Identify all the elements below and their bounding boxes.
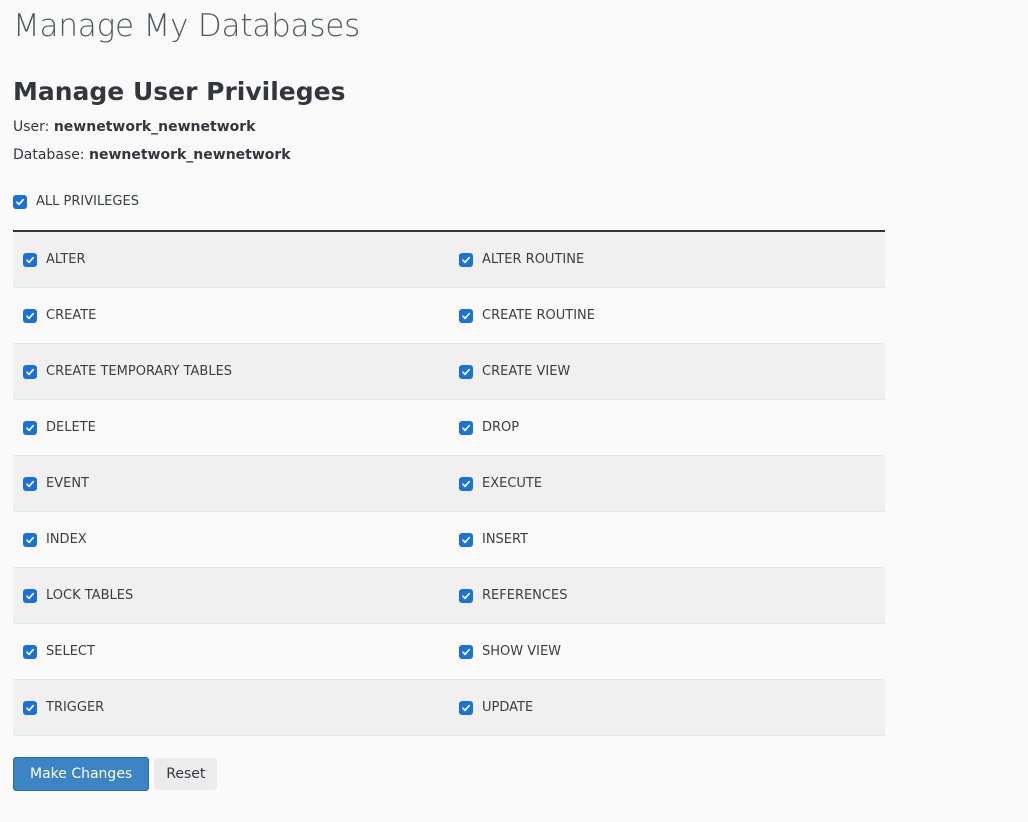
user-label: User: xyxy=(13,119,49,135)
privilege-checkbox[interactable] xyxy=(23,365,37,379)
privilege-cell: CREATE ROUTINE xyxy=(449,288,885,343)
privilege-cell: CREATE VIEW xyxy=(449,344,885,399)
all-privileges-label[interactable]: ALL PRIVILEGES xyxy=(36,194,139,209)
privilege-checkbox[interactable] xyxy=(23,477,37,491)
check-icon xyxy=(461,311,471,321)
privilege-cell: CREATE xyxy=(13,288,449,343)
check-icon xyxy=(461,255,471,265)
privilege-label[interactable]: CREATE ROUTINE xyxy=(482,308,595,323)
privilege-label[interactable]: UPDATE xyxy=(482,700,533,715)
privilege-row: TRIGGER UPDATE xyxy=(13,680,885,736)
privilege-checkbox[interactable] xyxy=(23,645,37,659)
privilege-cell: CREATE TEMPORARY TABLES xyxy=(13,344,449,399)
privilege-cell: TRIGGER xyxy=(13,680,449,735)
privilege-checkbox[interactable] xyxy=(459,645,473,659)
privilege-label[interactable]: TRIGGER xyxy=(46,700,104,715)
privilege-checkbox[interactable] xyxy=(23,589,37,603)
page-title: Manage My Databases xyxy=(13,6,1015,47)
privilege-cell: ALTER ROUTINE xyxy=(449,232,885,287)
check-icon xyxy=(461,479,471,489)
privilege-label[interactable]: ALTER ROUTINE xyxy=(482,252,584,267)
privilege-checkbox[interactable] xyxy=(459,533,473,547)
privilege-row: SELECT SHOW VIEW xyxy=(13,624,885,680)
privilege-cell: SELECT xyxy=(13,624,449,679)
privilege-checkbox[interactable] xyxy=(23,253,37,267)
check-icon xyxy=(25,423,35,433)
privilege-checkbox[interactable] xyxy=(459,309,473,323)
privilege-checkbox[interactable] xyxy=(23,701,37,715)
user-line: User: newnetwork_newnetwork xyxy=(13,119,1015,135)
check-icon xyxy=(25,535,35,545)
privilege-label[interactable]: SELECT xyxy=(46,644,95,659)
privilege-row: EVENT EXECUTE xyxy=(13,456,885,512)
privilege-label[interactable]: CREATE VIEW xyxy=(482,364,570,379)
check-icon xyxy=(25,311,35,321)
check-icon xyxy=(25,591,35,601)
privilege-label[interactable]: LOCK TABLES xyxy=(46,588,133,603)
manage-databases-page: Manage My Databases Manage User Privileg… xyxy=(0,0,1028,791)
check-icon xyxy=(461,703,471,713)
privilege-label[interactable]: DELETE xyxy=(46,420,96,435)
database-value: newnetwork_newnetwork xyxy=(89,147,291,163)
privilege-row: CREATE TEMPORARY TABLES CREATE VIEW xyxy=(13,344,885,400)
section-title: Manage User Privileges xyxy=(13,76,1015,107)
privilege-cell: SHOW VIEW xyxy=(449,624,885,679)
database-line: Database: newnetwork_newnetwork xyxy=(13,147,1015,163)
privilege-checkbox[interactable] xyxy=(23,533,37,547)
privilege-label[interactable]: DROP xyxy=(482,420,519,435)
privilege-checkbox[interactable] xyxy=(459,365,473,379)
privilege-row: INDEX INSERT xyxy=(13,512,885,568)
privilege-checkbox[interactable] xyxy=(459,701,473,715)
all-privileges-row: ALL PRIVILEGES xyxy=(13,194,885,230)
privileges-table: ALTERALTER ROUTINECREATECREATE ROUTINECR… xyxy=(13,230,885,736)
privilege-cell: INSERT xyxy=(449,512,885,567)
privilege-checkbox[interactable] xyxy=(23,421,37,435)
privilege-checkbox[interactable] xyxy=(459,253,473,267)
check-icon xyxy=(461,535,471,545)
privilege-row: ALTER ALTER ROUTINE xyxy=(13,232,885,288)
check-icon xyxy=(25,255,35,265)
make-changes-button[interactable]: Make Changes xyxy=(13,757,149,791)
check-icon xyxy=(461,591,471,601)
privilege-label[interactable]: SHOW VIEW xyxy=(482,644,561,659)
privilege-cell: LOCK TABLES xyxy=(13,568,449,623)
privilege-label[interactable]: INSERT xyxy=(482,532,528,547)
privilege-row: LOCK TABLES REFERENCES xyxy=(13,568,885,624)
privilege-cell: INDEX xyxy=(13,512,449,567)
privilege-row: DELETE DROP xyxy=(13,400,885,456)
check-icon xyxy=(25,647,35,657)
privilege-cell: EXECUTE xyxy=(449,456,885,511)
privilege-label[interactable]: REFERENCES xyxy=(482,588,567,603)
form-actions: Make Changes Reset xyxy=(13,757,1015,791)
check-icon xyxy=(461,647,471,657)
all-privileges-checkbox[interactable] xyxy=(13,195,27,209)
privilege-label[interactable]: ALTER xyxy=(46,252,86,267)
privilege-cell: REFERENCES xyxy=(449,568,885,623)
check-icon xyxy=(461,367,471,377)
privilege-label[interactable]: CREATE TEMPORARY TABLES xyxy=(46,364,232,379)
privilege-cell: DELETE xyxy=(13,400,449,455)
privilege-checkbox[interactable] xyxy=(459,477,473,491)
database-label: Database: xyxy=(13,147,85,163)
reset-button[interactable]: Reset xyxy=(154,758,217,790)
privilege-cell: UPDATE xyxy=(449,680,885,735)
privilege-checkbox[interactable] xyxy=(459,421,473,435)
privilege-label[interactable]: INDEX xyxy=(46,532,87,547)
privilege-row: CREATE CREATE ROUTINE xyxy=(13,288,885,344)
check-icon xyxy=(25,703,35,713)
user-value: newnetwork_newnetwork xyxy=(54,119,256,135)
privilege-cell: EVENT xyxy=(13,456,449,511)
privilege-cell: ALTER xyxy=(13,232,449,287)
privilege-label[interactable]: CREATE xyxy=(46,308,96,323)
check-icon xyxy=(25,479,35,489)
privilege-label[interactable]: EVENT xyxy=(46,476,89,491)
check-icon xyxy=(25,367,35,377)
privilege-checkbox[interactable] xyxy=(23,309,37,323)
check-icon xyxy=(461,423,471,433)
privilege-checkbox[interactable] xyxy=(459,589,473,603)
check-icon xyxy=(15,197,25,207)
privilege-label[interactable]: EXECUTE xyxy=(482,476,542,491)
privilege-cell: DROP xyxy=(449,400,885,455)
